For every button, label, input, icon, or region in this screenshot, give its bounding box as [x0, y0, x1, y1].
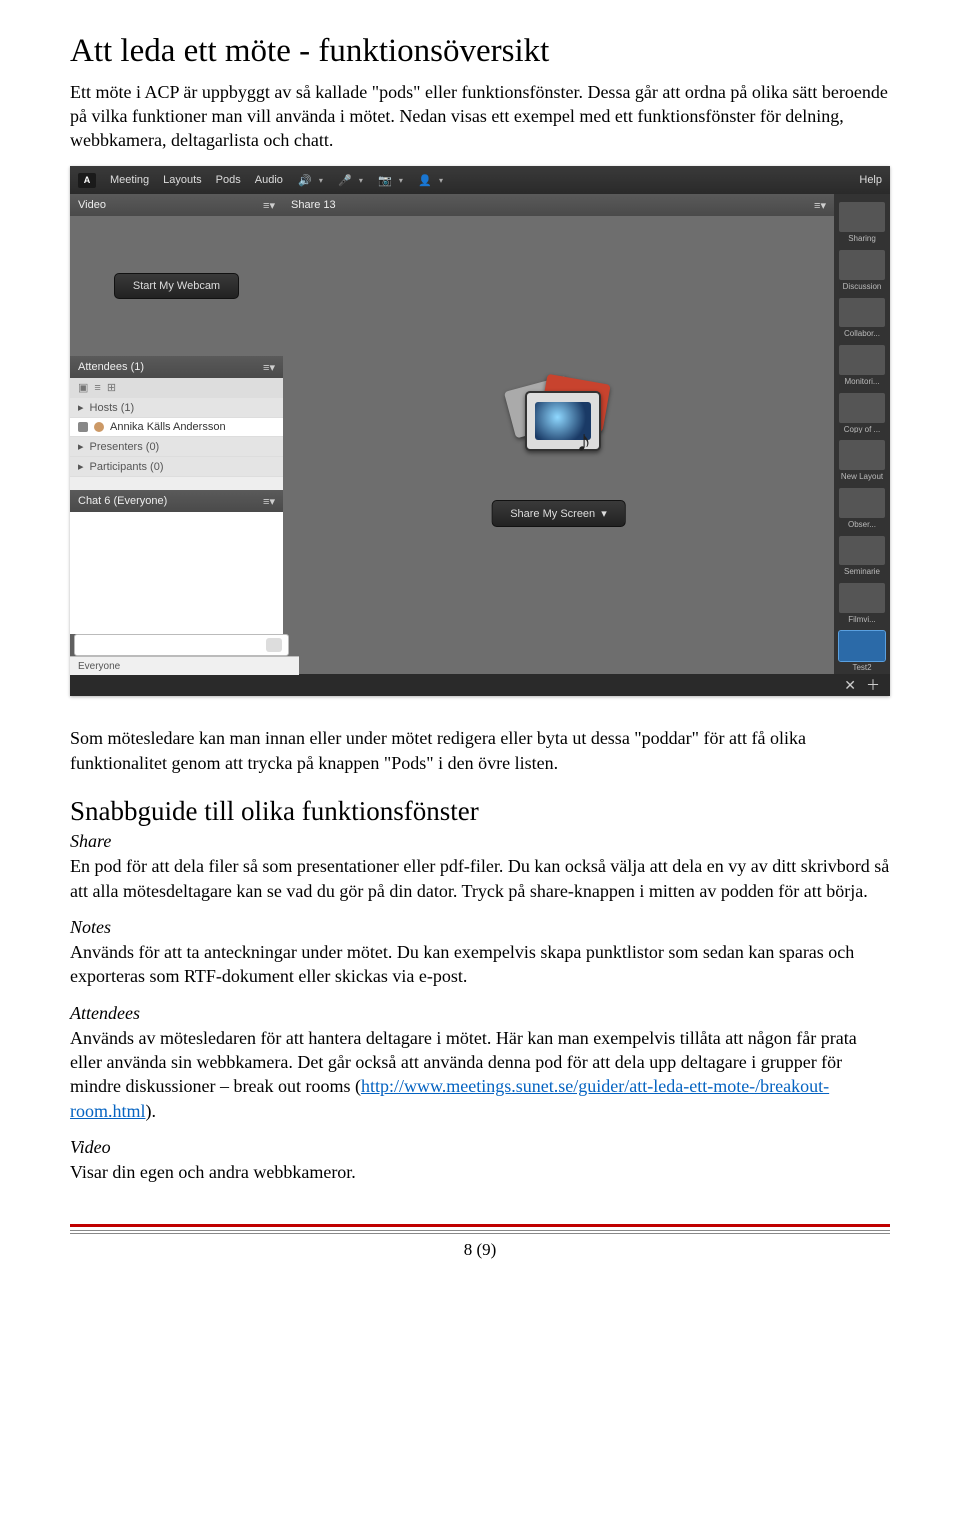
pod-options-icon[interactable]: ≡▾	[263, 199, 275, 212]
layout-thumb[interactable]	[839, 488, 885, 518]
page-number: 8 (9)	[70, 1234, 890, 1290]
layout-thumb[interactable]	[839, 298, 885, 328]
layout-label: Obser...	[834, 520, 890, 529]
layout-thumb[interactable]	[839, 583, 885, 613]
send-chat-icon[interactable]	[266, 638, 282, 652]
microphone-icon[interactable]: 🎤	[337, 173, 353, 187]
footer-rule	[70, 1224, 890, 1231]
section-title-attendees: Attendees	[70, 1003, 890, 1024]
attendees-group-participants[interactable]: ▸ Participants (0)	[70, 457, 283, 477]
layout-label: Collabor...	[834, 329, 890, 338]
layout-label: Seminarie	[834, 567, 890, 576]
chevron-down-icon[interactable]: ▾	[319, 176, 323, 185]
share-my-screen-button[interactable]: Share My Screen ▾	[491, 500, 626, 527]
layout-thumb[interactable]	[839, 393, 885, 423]
section-body-attendees: Används av mötesledaren för att hantera …	[70, 1026, 890, 1123]
share-graphic-icon: ♪	[499, 373, 619, 463]
webcam-icon[interactable]: 📷	[377, 173, 393, 187]
chat-tab-bar: Everyone	[70, 656, 299, 675]
add-layout-icon[interactable]: ＋	[866, 675, 880, 695]
pod-options-icon[interactable]: ≡▾	[263, 361, 275, 374]
attendees-pod-title: Attendees (1)	[78, 361, 144, 373]
raise-hand-icon[interactable]: 👤	[417, 173, 433, 187]
adobe-logo-icon: A	[78, 173, 96, 188]
chat-tab-everyone[interactable]: Everyone	[78, 661, 120, 672]
layout-thumb[interactable]	[839, 440, 885, 470]
chat-pod-title: Chat 6 (Everyone)	[78, 495, 167, 507]
view-icon[interactable]: ≡	[94, 382, 100, 394]
status-bar: ✕ ＋	[70, 674, 890, 696]
section-title-notes: Notes	[70, 917, 890, 938]
layouts-panel: Sharing Discussion Collabor... Monitori.…	[834, 194, 890, 674]
section-title-share: Share	[70, 831, 890, 852]
layout-thumb[interactable]	[839, 345, 885, 375]
share-pod-body: ♪ Share My Screen ▾	[283, 216, 834, 674]
heading-1: Att leda ett möte - funktionsöversikt	[70, 32, 890, 72]
attendee-row[interactable]: Annika Källs Andersson	[70, 418, 283, 437]
close-layouts-icon[interactable]: ✕	[844, 677, 856, 694]
attendees-pod-header: Attendees (1) ≡▾	[70, 356, 283, 378]
video-pod-body: Start My Webcam	[70, 216, 283, 356]
share-pod-header: Share 13 ≡▾	[283, 194, 834, 216]
attendees-group-hosts[interactable]: ▸ Hosts (1)	[70, 398, 283, 418]
video-pod-title: Video	[78, 199, 106, 211]
speaker-icon[interactable]: 🔊	[297, 173, 313, 187]
attendees-group-presenters[interactable]: ▸ Presenters (0)	[70, 437, 283, 457]
layout-thumb-selected[interactable]	[839, 631, 885, 661]
chevron-down-icon[interactable]: ▾	[399, 176, 403, 185]
chat-input[interactable]	[74, 634, 289, 656]
layout-label: Sharing	[834, 234, 890, 243]
app-menubar: A Meeting Layouts Pods Audio 🔊 ▾ 🎤 ▾ 📷 ▾ 👤 ▾…	[70, 166, 890, 194]
pod-options-icon[interactable]: ≡▾	[263, 495, 275, 508]
view-icon[interactable]: ⊞	[107, 381, 116, 394]
layout-label: Copy of ...	[834, 425, 890, 434]
chat-pod-body	[70, 512, 283, 634]
menu-pods[interactable]: Pods	[216, 174, 241, 186]
paragraph-after-screenshot: Som mötesledare kan man innan eller unde…	[70, 726, 890, 775]
chevron-down-icon[interactable]: ▾	[439, 176, 443, 185]
section-title-video: Video	[70, 1137, 890, 1158]
section-body-notes: Används för att ta anteckningar under mö…	[70, 940, 890, 989]
menu-audio[interactable]: Audio	[255, 174, 283, 186]
layout-label: Discussion	[834, 282, 890, 291]
section-body-share: En pod för att dela filer så som present…	[70, 854, 890, 903]
layout-label: New Layout	[834, 472, 890, 481]
start-webcam-button[interactable]: Start My Webcam	[114, 273, 239, 299]
section-body-video: Visar din egen och andra webbkameror.	[70, 1160, 890, 1184]
intro-paragraph: Ett möte i ACP är uppbyggt av så kallade…	[70, 80, 890, 153]
attendees-pod-body: ▣ ≡ ⊞ ▸ Hosts (1) Annika Källs Andersson…	[70, 378, 283, 490]
attendees-toolbar: ▣ ≡ ⊞	[70, 378, 283, 398]
share-pod-title: Share 13	[291, 199, 336, 211]
acp-screenshot: A Meeting Layouts Pods Audio 🔊 ▾ 🎤 ▾ 📷 ▾ 👤 ▾…	[70, 166, 890, 696]
share-button-label: Share My Screen	[510, 508, 595, 520]
chat-pod-header: Chat 6 (Everyone) ≡▾	[70, 490, 283, 512]
pod-options-icon[interactable]: ≡▾	[814, 199, 826, 212]
attendee-name: Annika Källs Andersson	[110, 421, 226, 433]
layout-label: Monitori...	[834, 377, 890, 386]
music-note-icon: ♪	[577, 425, 592, 459]
video-pod-header: Video ≡▾	[70, 194, 283, 216]
person-icon	[94, 422, 104, 432]
mic-icon	[78, 422, 88, 432]
menu-help[interactable]: Help	[859, 174, 882, 186]
layout-label: Test2	[834, 663, 890, 672]
attendees-text-after: ).	[146, 1101, 157, 1121]
layout-thumb[interactable]	[839, 250, 885, 280]
layout-thumb[interactable]	[839, 536, 885, 566]
layout-label: Filmvi...	[834, 615, 890, 624]
view-icon[interactable]: ▣	[78, 381, 88, 394]
layout-thumb[interactable]	[839, 202, 885, 232]
chevron-down-icon[interactable]: ▾	[359, 176, 363, 185]
menu-layouts[interactable]: Layouts	[163, 174, 202, 186]
document-page: Att leda ett möte - funktionsöversikt Et…	[0, 0, 960, 1310]
heading-2: Snabbguide till olika funktionsfönster	[70, 795, 890, 827]
menu-meeting[interactable]: Meeting	[110, 174, 149, 186]
